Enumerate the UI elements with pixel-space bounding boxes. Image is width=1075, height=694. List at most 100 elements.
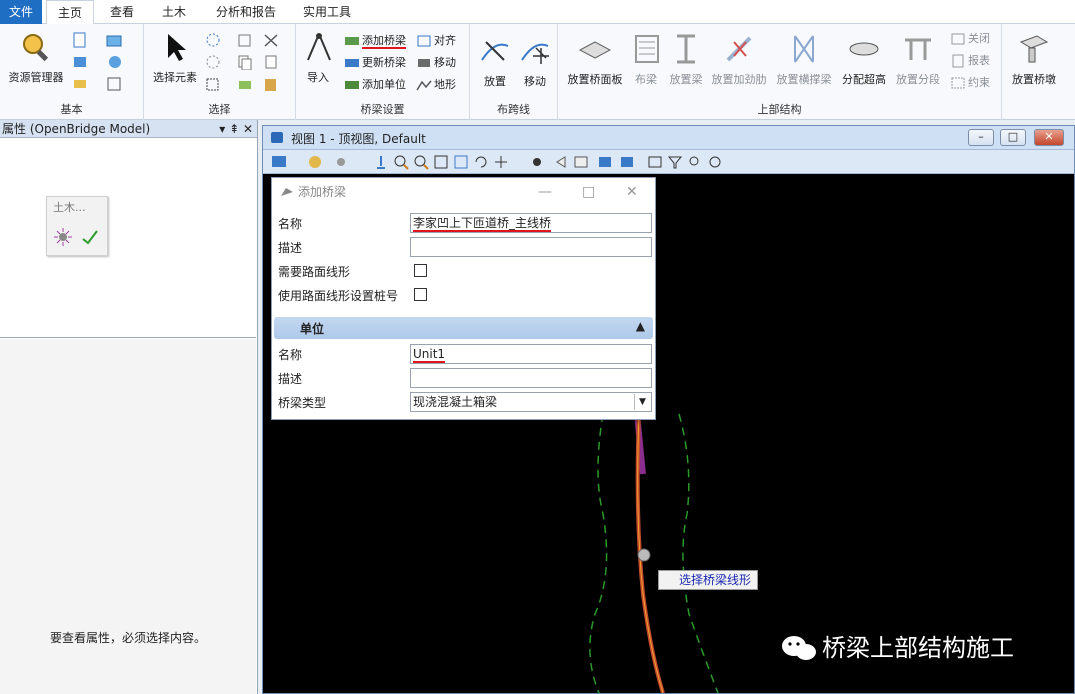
use-alignment-station-checkbox[interactable] xyxy=(414,288,427,301)
place-segment-button[interactable]: 放置分段 xyxy=(892,32,944,87)
circle-select-icon[interactable] xyxy=(204,54,222,70)
next-view-icon[interactable] xyxy=(573,154,589,170)
update-bridge-button[interactable]: 更新桥梁 xyxy=(344,54,406,72)
assign-superelevation-button[interactable]: 分配超高 xyxy=(838,32,890,87)
place-beam-button[interactable]: 放置梁 xyxy=(666,32,706,87)
walk-icon[interactable] xyxy=(529,154,545,170)
group-label-select: 选择 xyxy=(208,103,231,116)
fit-view-icon[interactable] xyxy=(453,154,469,170)
level-icon[interactable] xyxy=(72,76,88,92)
civil-check-icon[interactable] xyxy=(79,227,103,247)
tab-analysis-report[interactable]: 分析和报告 xyxy=(206,0,286,24)
watermark: 桥梁上部结构施工 xyxy=(780,628,1014,664)
window-close-button[interactable]: ✕ xyxy=(1034,129,1064,146)
dialog-title: 添加桥梁 xyxy=(298,185,347,199)
need-alignment-checkbox[interactable] xyxy=(414,264,427,277)
unit-name-field[interactable]: Unit1 xyxy=(410,344,652,364)
move-span-label: 移动 xyxy=(524,75,546,88)
tab-file[interactable]: 文件 xyxy=(0,0,42,24)
rotate-view-icon[interactable] xyxy=(473,154,489,170)
terrain-icon xyxy=(416,80,432,91)
lay-beam-button[interactable]: 布梁 xyxy=(630,32,662,87)
dialog-close-button[interactable]: ✕ xyxy=(626,178,638,206)
close-button[interactable]: 关闭 xyxy=(950,30,990,48)
display-style-icon[interactable] xyxy=(707,154,723,170)
group-select-icon[interactable] xyxy=(236,32,254,48)
display-icon[interactable] xyxy=(106,76,124,92)
unit-section-title: 单位 xyxy=(300,322,325,336)
zoom-out-icon[interactable] xyxy=(413,154,429,170)
layer-icon[interactable] xyxy=(72,54,88,70)
clip-volume-icon[interactable] xyxy=(647,154,663,170)
minimize-button[interactable]: – xyxy=(968,129,994,146)
move-bridge-button[interactable]: 移动 xyxy=(416,54,456,72)
element-icon[interactable] xyxy=(236,76,254,92)
dialog-minimize-button[interactable]: — xyxy=(538,178,552,206)
place-deck-button[interactable]: 放置桥面板 xyxy=(562,32,628,87)
reference-icon[interactable] xyxy=(106,54,124,70)
cut-icon[interactable] xyxy=(262,32,280,48)
unit-section-header[interactable]: 单位 ▲ xyxy=(274,317,653,339)
terrain-button[interactable]: 地形 xyxy=(416,76,456,94)
select-element-button[interactable]: 选择元素 xyxy=(148,30,202,85)
magnifier-icon xyxy=(23,34,49,62)
collapse-chevron-icon[interactable]: ▲ xyxy=(636,319,645,333)
place-segment-label: 放置分段 xyxy=(896,73,940,86)
align-icon xyxy=(417,35,431,47)
select-element-label: 选择元素 xyxy=(153,71,197,84)
dialog-maximize-button[interactable]: □ xyxy=(582,178,595,206)
search-view-icon[interactable] xyxy=(687,154,703,170)
lighting-icon[interactable] xyxy=(333,154,349,170)
paste-icon[interactable] xyxy=(262,76,280,92)
use-alignment-station-label: 使用路面线形设置桩号 xyxy=(278,289,399,303)
bridge-update-icon xyxy=(345,59,359,67)
zoom-in-icon[interactable] xyxy=(393,154,409,170)
add-unit-button[interactable]: 添加单位 xyxy=(344,76,406,94)
window-area-icon[interactable] xyxy=(433,154,449,170)
maximize-button[interactable]: □ xyxy=(1000,129,1026,146)
superelevation-icon xyxy=(849,42,879,56)
align-button[interactable]: 对齐 xyxy=(416,32,456,50)
unit-desc-field[interactable] xyxy=(410,368,652,388)
mini-toolbar-title: 土木... xyxy=(53,201,86,214)
group-pier: 放置桥墩 xyxy=(1002,24,1075,120)
civil-sun-icon[interactable] xyxy=(53,227,73,247)
copy-icon[interactable] xyxy=(236,54,254,70)
copy-view-icon[interactable] xyxy=(597,154,613,170)
tab-civil[interactable]: 土木 xyxy=(152,0,196,24)
move-span-button[interactable]: 移动 xyxy=(516,34,554,89)
report-button[interactable]: 报表 xyxy=(950,52,990,70)
place-pier-button[interactable]: 放置桥墩 xyxy=(1006,32,1062,87)
bridge-type-select[interactable]: 现浇混凝土箱梁 ▼ xyxy=(410,392,652,412)
view-attributes-icon[interactable] xyxy=(271,154,287,170)
update-icon[interactable] xyxy=(373,154,389,170)
view-toggle-icon[interactable] xyxy=(619,154,635,170)
tab-view[interactable]: 查看 xyxy=(100,0,144,24)
resource-manager-button[interactable]: 资源管理器 xyxy=(4,30,68,85)
bridge-name-field[interactable]: 李家凹上下匝道桥_主线桥 xyxy=(410,213,652,233)
i-beam-icon xyxy=(677,34,695,64)
panel-controls[interactable]: ▾ ⇞ ✕ xyxy=(219,120,253,138)
bridge-desc-field[interactable] xyxy=(410,237,652,257)
render-icon[interactable] xyxy=(307,154,323,170)
place-span-button[interactable]: 放置 xyxy=(476,34,514,89)
pan-view-icon[interactable] xyxy=(493,154,509,170)
previous-view-icon[interactable] xyxy=(553,154,569,170)
filter-icon[interactable] xyxy=(667,154,683,170)
fence-icon[interactable] xyxy=(204,32,222,48)
tab-utilities[interactable]: 实用工具 xyxy=(294,0,360,24)
model-icon[interactable] xyxy=(106,32,124,48)
add-bridge-button[interactable]: 添加桥梁 xyxy=(344,32,406,50)
tab-home[interactable]: 主页 xyxy=(46,0,94,25)
deck-icon xyxy=(578,41,612,59)
place-crossbeam-button[interactable]: 放置横撑梁 xyxy=(772,32,836,87)
constraint-button[interactable]: 约束 xyxy=(950,74,990,92)
group-select: 选择元素 选择 xyxy=(144,24,296,120)
import-button[interactable]: 导入 xyxy=(302,30,334,85)
document-icon[interactable] xyxy=(72,32,88,48)
chevron-down-icon[interactable]: ▼ xyxy=(634,394,650,410)
block-select-icon[interactable] xyxy=(204,76,222,92)
place-stiffener-button[interactable]: 放置加劲肋 xyxy=(708,32,770,87)
properties-title-bar: 属性 (OpenBridge Model) ▾ ⇞ ✕ xyxy=(0,120,257,138)
copy-doc-icon[interactable] xyxy=(262,54,280,70)
